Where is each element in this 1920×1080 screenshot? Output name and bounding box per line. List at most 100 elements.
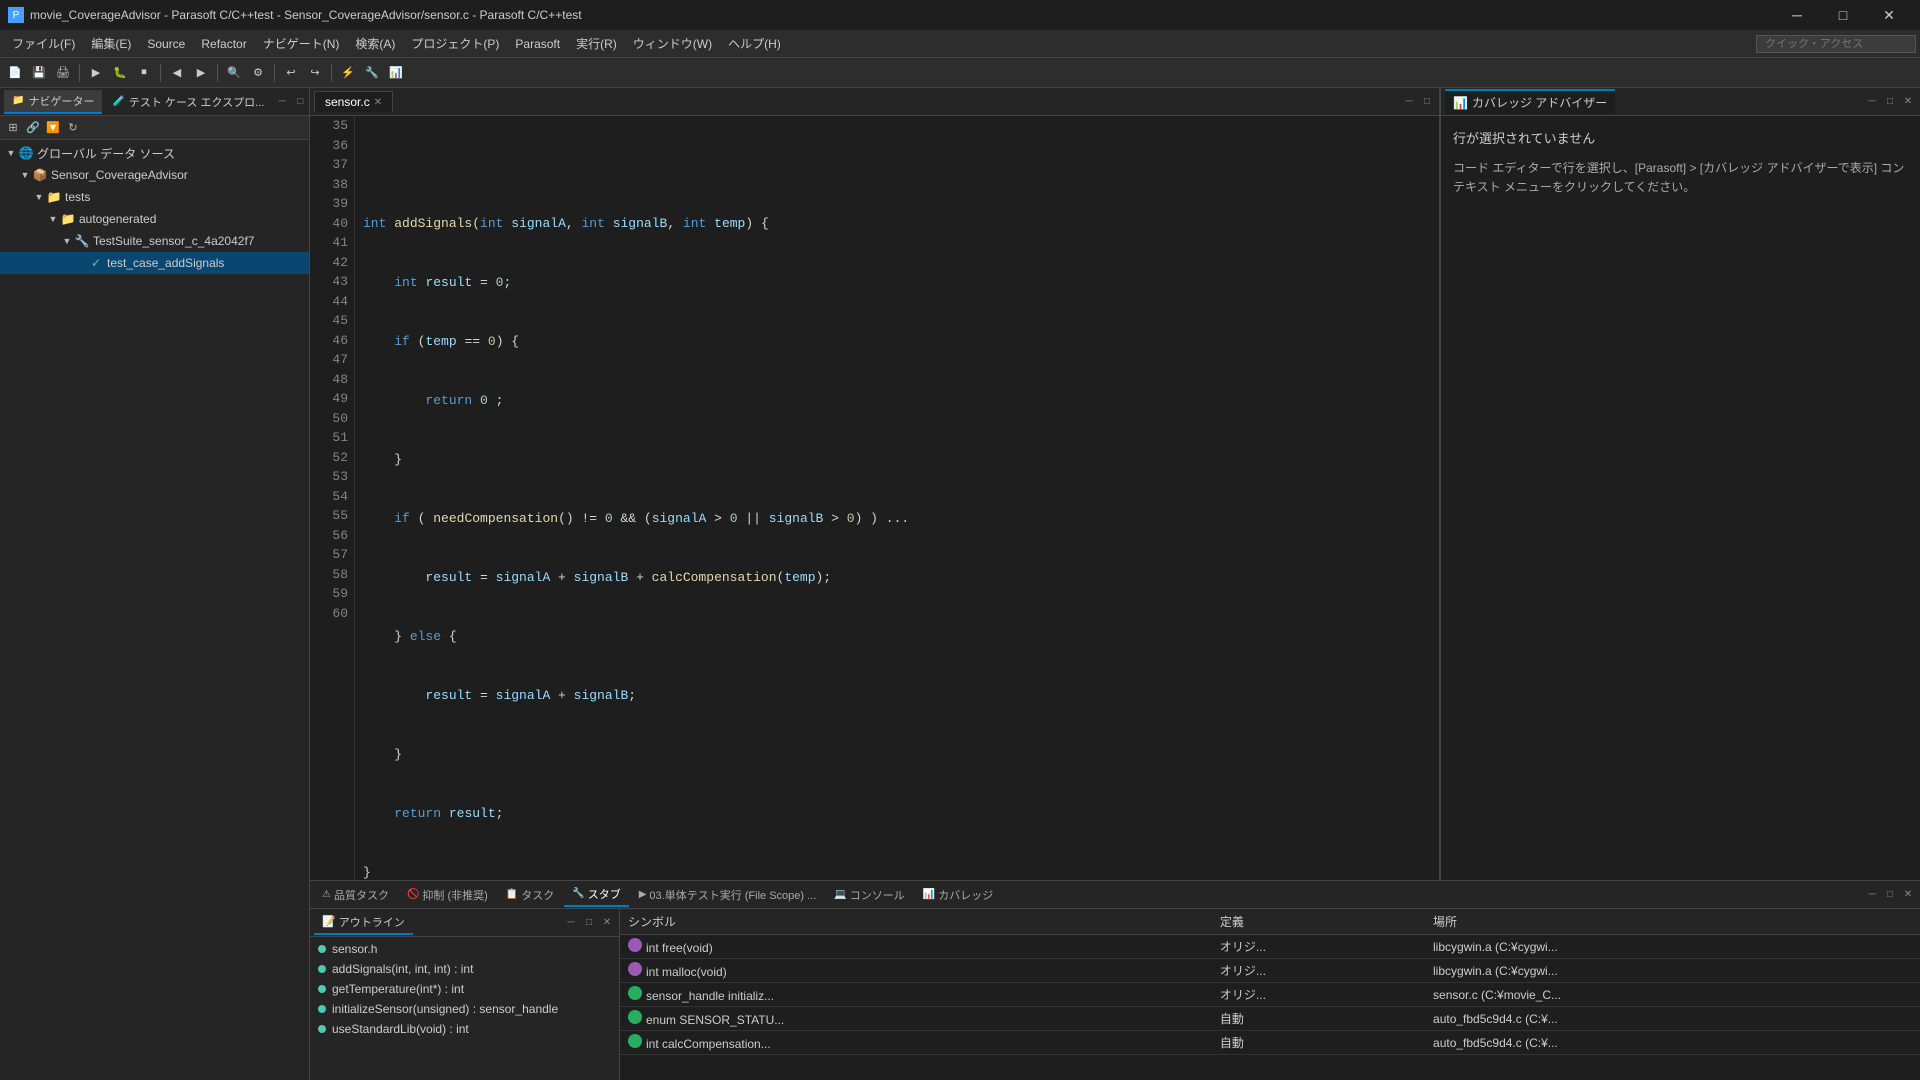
- stub-row-calccomp[interactable]: int calcCompensation... 自動 auto_fbd5c9d4…: [620, 1031, 1920, 1055]
- outline-maximize[interactable]: □: [581, 915, 597, 931]
- advisor-minimize[interactable]: ─: [1864, 94, 1880, 110]
- menu-project[interactable]: プロジェクト(P): [403, 31, 507, 56]
- menu-navigate[interactable]: ナビゲート(N): [255, 31, 348, 56]
- back-button[interactable]: ◀: [166, 62, 188, 84]
- advisor-close[interactable]: ✕: [1900, 94, 1916, 110]
- tree-item-autogenerated[interactable]: ▼ 📁 autogenerated: [0, 208, 309, 230]
- menu-search[interactable]: 検索(A): [347, 31, 403, 56]
- advisor-tab-label: カバレッジ アドバイザー: [1472, 94, 1607, 111]
- linenum-60: 60: [316, 604, 348, 624]
- stub-def-sensor-status: 自動: [1212, 1007, 1425, 1031]
- parasoft-btn1[interactable]: ⚡: [337, 62, 359, 84]
- sync-button[interactable]: ↻: [64, 119, 82, 137]
- stub-row-initsensor[interactable]: sensor_handle initializ... オリジ... sensor…: [620, 983, 1920, 1007]
- bottom-panel-maximize[interactable]: □: [1882, 887, 1898, 903]
- menu-parasoft[interactable]: Parasoft: [507, 33, 568, 55]
- outline-item-gettemperature[interactable]: getTemperature(int*) : int: [310, 979, 619, 999]
- code-tab-sensorc[interactable]: sensor.c ✕: [314, 91, 393, 112]
- save-button[interactable]: 💾: [28, 62, 50, 84]
- tab-coverage[interactable]: 📊 カバレッジ: [915, 883, 1001, 907]
- tree-item-testsuite[interactable]: ▼ 🔧 TestSuite_sensor_c_4a2042f7: [0, 230, 309, 252]
- search-button[interactable]: 🔍: [223, 62, 245, 84]
- menu-run[interactable]: 実行(R): [568, 31, 625, 56]
- menu-window[interactable]: ウィンドウ(W): [625, 31, 720, 56]
- advisor-maximize[interactable]: □: [1882, 94, 1898, 110]
- left-panel-minimize[interactable]: ─: [274, 94, 290, 110]
- outline-item-usestdlib[interactable]: useStandardLib(void) : int: [310, 1019, 619, 1039]
- icon-testsuite: 🔧: [74, 233, 90, 249]
- bottom-panel-minimize[interactable]: ─: [1864, 887, 1880, 903]
- tab-task[interactable]: 📋 タスク: [498, 883, 562, 907]
- stubs-col-symbol: シンボル: [620, 909, 1212, 935]
- codeline-36: int addSignals(int signalA, int signalB,…: [363, 214, 1431, 234]
- outline-close[interactable]: ✕: [599, 915, 615, 931]
- bottom-tab-bar: ⚠ 品質タスク 🚫 抑制 (非推奨) 📋 タスク 🔧 スタブ: [310, 881, 1920, 909]
- tab-stubs[interactable]: 🔧 スタブ: [564, 883, 628, 907]
- window-controls[interactable]: ─ □ ✕: [1774, 0, 1912, 30]
- linenum-45: 45: [316, 311, 348, 331]
- debug-button[interactable]: 🐛: [109, 62, 131, 84]
- navigator-tab[interactable]: 📁 ナビゲーター: [4, 90, 102, 114]
- link-editor-button[interactable]: 🔗: [24, 119, 42, 137]
- outline-item-initsensor[interactable]: initializeSensor(unsigned) : sensor_hand…: [310, 999, 619, 1019]
- menu-edit[interactable]: 編集(E): [83, 31, 139, 56]
- left-panel-maximize[interactable]: □: [292, 94, 308, 110]
- outline-minimize[interactable]: ─: [563, 915, 579, 931]
- tab-suppress[interactable]: 🚫 抑制 (非推奨): [399, 883, 496, 907]
- advisor-tab[interactable]: 📊 カバレッジ アドバイザー: [1445, 89, 1615, 114]
- stub-row-malloc[interactable]: int malloc(void) オリジ... libcygwin.a (C:¥…: [620, 959, 1920, 983]
- maximize-button[interactable]: □: [1820, 0, 1866, 30]
- tab-console[interactable]: 💻 コンソール: [826, 883, 912, 907]
- parasoft-btn3[interactable]: 📊: [385, 62, 407, 84]
- arrow-sensor-advisor[interactable]: ▼: [18, 168, 32, 182]
- code-editor[interactable]: 35 36 37 38 39 40 41 42 43 44 45 46: [310, 116, 1439, 880]
- filter-button[interactable]: 🔽: [44, 119, 62, 137]
- minimize-button[interactable]: ─: [1774, 0, 1820, 30]
- tree-item-testcase-addsignals[interactable]: ✓ test_case_addSignals: [0, 252, 309, 274]
- arrow-global[interactable]: ▼: [4, 146, 18, 160]
- stop-button[interactable]: ⏹: [133, 62, 155, 84]
- print-button[interactable]: 🖨: [52, 62, 74, 84]
- outline-item-addsignals[interactable]: addSignals(int, int, int) : int: [310, 959, 619, 979]
- icon-tests: 📁: [46, 189, 62, 205]
- stub-row-free[interactable]: int free(void) オリジ... libcygwin.a (C:¥cy…: [620, 935, 1920, 959]
- titlebar-left: P movie_CoverageAdvisor - Parasoft C/C++…: [8, 7, 582, 23]
- tab-quality-task[interactable]: ⚠ 品質タスク: [314, 883, 397, 907]
- settings-button[interactable]: ⚙: [247, 62, 269, 84]
- suppress-label: 抑制 (非推奨): [422, 887, 487, 903]
- code-panel-maximize[interactable]: □: [1419, 94, 1435, 110]
- collapse-all-button[interactable]: ⊞: [4, 119, 22, 137]
- parasoft-btn2[interactable]: 🔧: [361, 62, 383, 84]
- new-button[interactable]: 📄: [4, 62, 26, 84]
- menu-refactor[interactable]: Refactor: [193, 33, 254, 55]
- menu-help[interactable]: ヘルプ(H): [720, 31, 789, 56]
- menu-file[interactable]: ファイル(F): [4, 31, 83, 56]
- code-tab-close[interactable]: ✕: [374, 97, 382, 108]
- tree-item-tests[interactable]: ▼ 📁 tests: [0, 186, 309, 208]
- undo-button[interactable]: ↩: [280, 62, 302, 84]
- stub-row-sensor-status[interactable]: enum SENSOR_STATU... 自動 auto_fbd5c9d4.c …: [620, 1007, 1920, 1031]
- quick-access-input[interactable]: [1756, 35, 1916, 53]
- redo-button[interactable]: ↪: [304, 62, 326, 84]
- linenum-52: 52: [316, 448, 348, 468]
- codeline-40: }: [363, 450, 1431, 470]
- bottom-panel-close[interactable]: ✕: [1900, 887, 1916, 903]
- tree-item-sensor-advisor[interactable]: ▼ 📦 Sensor_CoverageAdvisor: [0, 164, 309, 186]
- arrow-testsuite[interactable]: ▼: [60, 234, 74, 248]
- codeline-46: return result;: [363, 804, 1431, 824]
- arrow-tests[interactable]: ▼: [32, 190, 46, 204]
- close-button[interactable]: ✕: [1866, 0, 1912, 30]
- outline-item-sensorh[interactable]: sensor.h: [310, 939, 619, 959]
- tab-test-run[interactable]: ▶ 03.単体テスト実行 (File Scope) ...: [631, 883, 825, 907]
- menu-source[interactable]: Source: [139, 33, 193, 55]
- test-run-label: 03.単体テスト実行 (File Scope) ...: [649, 887, 816, 903]
- forward-button[interactable]: ▶: [190, 62, 212, 84]
- codeline-39: return 0 ;: [363, 391, 1431, 411]
- outline-tab[interactable]: 📝 アウトライン: [314, 911, 413, 935]
- run-button[interactable]: ▶: [85, 62, 107, 84]
- arrow-autogenerated[interactable]: ▼: [46, 212, 60, 226]
- test-explorer-tab[interactable]: 🧪 テスト ケース エクスプロ...: [104, 91, 272, 113]
- codeline-47: }: [363, 863, 1431, 880]
- code-panel-minimize[interactable]: ─: [1401, 94, 1417, 110]
- tree-item-global[interactable]: ▼ 🌐 グローバル データ ソース: [0, 142, 309, 164]
